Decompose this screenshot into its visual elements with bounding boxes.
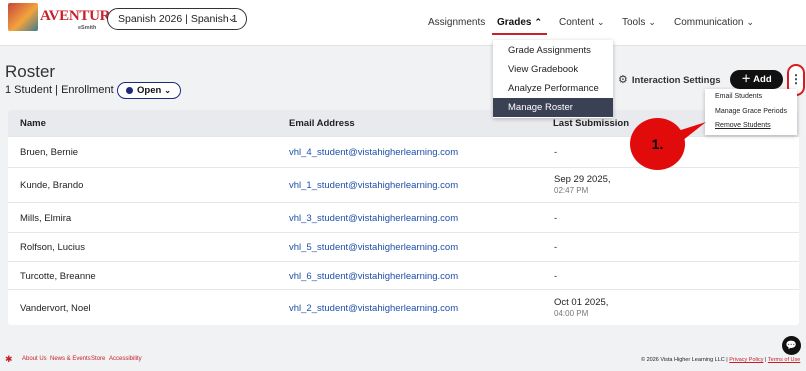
footer-separator: |	[765, 357, 767, 363]
footer-logo-icon[interactable]: ✱	[5, 354, 17, 364]
footer-link-about[interactable]: About Us	[22, 356, 47, 362]
page: AVENTURAS eSmith Spanish 2026 | Spanish …	[0, 0, 806, 371]
callout-pointer	[662, 122, 706, 152]
step-callout-badge: 1.	[630, 118, 685, 170]
chat-icon[interactable]: 💬	[782, 336, 801, 355]
privacy-policy-link[interactable]: Privacy Policy	[729, 357, 763, 363]
copyright: © 2026 Vista Higher Learning LLC | Priva…	[641, 357, 800, 363]
footer-link-store[interactable]: Store	[91, 356, 105, 362]
footer-link-accessibility[interactable]: Accessibility	[109, 356, 142, 362]
terms-of-use-link[interactable]: Terms of Use	[768, 357, 800, 363]
footer-link-news[interactable]: News & Events	[50, 356, 91, 362]
copyright-text: © 2026 Vista Higher Learning LLC |	[641, 357, 728, 363]
